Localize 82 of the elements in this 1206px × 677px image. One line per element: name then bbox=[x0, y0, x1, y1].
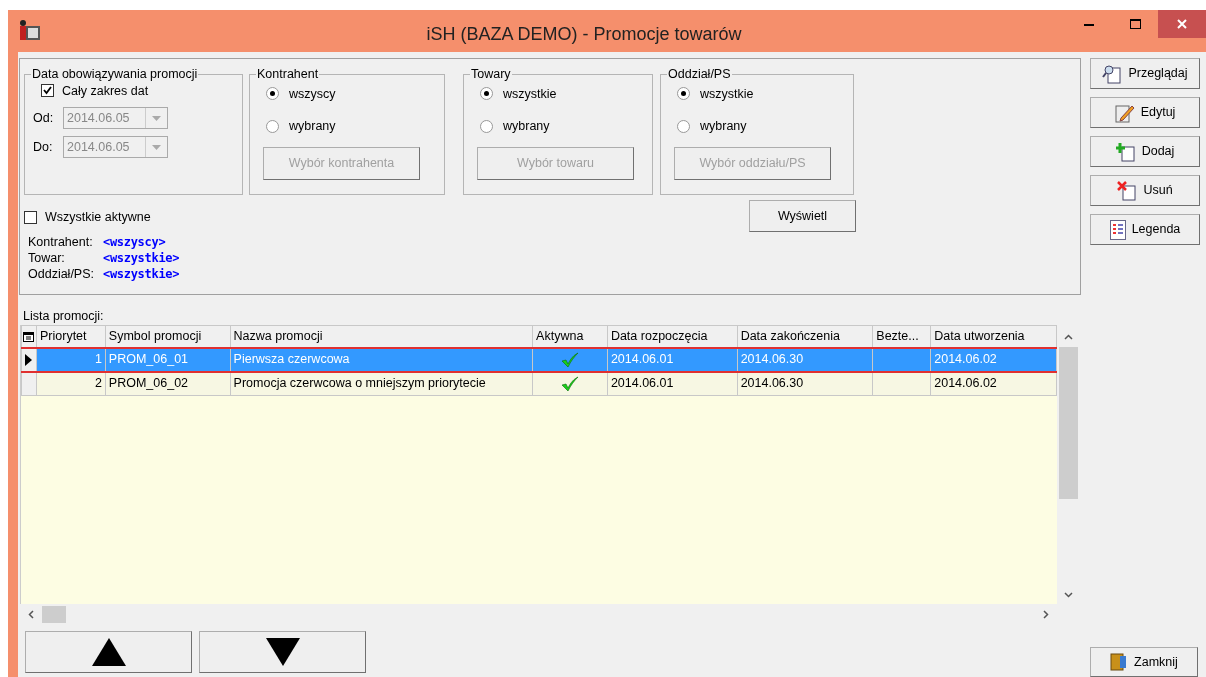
window-title: iSH (BAZA DEMO) - Promocje towarów bbox=[425, 23, 743, 46]
summary-label: Kontrahent: bbox=[28, 234, 94, 250]
radio-button[interactable] bbox=[480, 120, 493, 134]
legend-icon bbox=[1109, 219, 1126, 240]
toolbar-button[interactable]: Legenda bbox=[1090, 214, 1200, 245]
checkbox[interactable] bbox=[24, 210, 37, 224]
scrollbar-thumb[interactable] bbox=[1059, 347, 1078, 499]
dropdown-icon bbox=[152, 144, 161, 150]
table-cell: 2014.06.30 bbox=[737, 347, 873, 372]
radio-button[interactable] bbox=[266, 120, 279, 134]
table-cell: PROM_06_02 bbox=[105, 371, 231, 396]
summary-label: Oddział/PS: bbox=[28, 266, 95, 282]
radio-label: wybrany bbox=[700, 118, 747, 136]
down-triangle-icon bbox=[265, 638, 300, 666]
radio-label: wszystkie bbox=[503, 85, 557, 103]
toolbar-button[interactable]: Usuń bbox=[1090, 175, 1200, 206]
delete-page-icon bbox=[1117, 180, 1138, 201]
radio-button[interactable] bbox=[266, 87, 279, 101]
radio-label: wybrany bbox=[289, 118, 336, 136]
table-cell: PROM_06_01 bbox=[105, 347, 231, 372]
table-settings-icon[interactable] bbox=[21, 325, 37, 348]
scroll-right-icon bbox=[1043, 609, 1049, 619]
table-cell: 2014.06.02 bbox=[930, 347, 1057, 372]
close-window-button[interactable]: Zamknij bbox=[1090, 647, 1198, 677]
column-header[interactable]: Data rozpoczęcia bbox=[607, 325, 738, 348]
app-logo-icon bbox=[20, 20, 42, 40]
table-cell: 2014.06.02 bbox=[930, 371, 1057, 396]
move-up-button[interactable] bbox=[25, 631, 192, 673]
summary-value: <wszystkie> bbox=[103, 266, 180, 282]
add-page-icon bbox=[1115, 141, 1136, 162]
table-cell: 2014.06.01 bbox=[607, 347, 738, 372]
column-header[interactable]: Aktywna bbox=[532, 325, 608, 348]
table-cell: 2014.06.30 bbox=[737, 371, 873, 396]
column-header[interactable]: Nazwa promocji bbox=[230, 325, 533, 348]
list-title: Lista promocji: bbox=[23, 308, 105, 325]
door-icon bbox=[1110, 653, 1129, 671]
minimize-icon bbox=[1084, 22, 1094, 26]
column-header[interactable]: Symbol promocji bbox=[105, 325, 231, 348]
up-triangle-icon bbox=[91, 638, 126, 666]
field-label: Do: bbox=[33, 138, 54, 156]
column-header[interactable]: Data zakończenia bbox=[737, 325, 873, 348]
scroll-up-icon bbox=[1064, 334, 1073, 340]
group-title: Oddział/PS bbox=[667, 68, 732, 81]
table-cell: Promocja czerwcowa o mniejszym priorytecie bbox=[230, 371, 533, 396]
show-button[interactable]: Wyświetl bbox=[749, 200, 856, 232]
table-cell: Pierwsza czerwcowa bbox=[230, 347, 533, 372]
summary-label: Towar: bbox=[28, 250, 66, 266]
table-cell: 1 bbox=[36, 347, 106, 372]
radio-label: wszystkie bbox=[700, 85, 754, 103]
scroll-down-icon bbox=[1064, 592, 1073, 598]
toolbar-button[interactable]: Dodaj bbox=[1090, 136, 1200, 167]
column-header[interactable]: Bezte... bbox=[872, 325, 931, 348]
radio-label: wybrany bbox=[503, 118, 550, 136]
radio-button[interactable] bbox=[677, 120, 690, 134]
radio-button[interactable] bbox=[480, 87, 493, 101]
close-icon bbox=[1177, 19, 1187, 29]
checkbox-label: Cały zakres dat bbox=[62, 82, 149, 100]
field-label: Od: bbox=[33, 109, 55, 127]
group-title: Towary bbox=[470, 68, 512, 81]
summary-value: <wszystkie> bbox=[103, 250, 180, 266]
dropdown-icon bbox=[152, 115, 161, 121]
table-row[interactable]: 2 PROM_06_02 Promocja czerwcowa o mniejszym priorytecie 2014.06.01 2014.06.30 2014.06.02 bbox=[21, 371, 1057, 396]
column-header[interactable]: Priorytet bbox=[36, 325, 106, 348]
group-title: Data obowiązywania promocji bbox=[31, 68, 199, 81]
scrollbar-thumb[interactable] bbox=[42, 605, 66, 623]
radio-button[interactable] bbox=[677, 87, 690, 101]
magnifier-page-icon bbox=[1102, 63, 1123, 84]
column-header[interactable]: Data utworzenia bbox=[930, 325, 1057, 348]
radio-label: wszyscy bbox=[289, 85, 336, 103]
group-title: Kontrahent bbox=[256, 68, 320, 81]
scroll-left-icon bbox=[28, 609, 34, 619]
close-button[interactable] bbox=[1158, 10, 1206, 38]
pencil-icon bbox=[1114, 102, 1135, 123]
toolbar-button[interactable]: Edytuj bbox=[1090, 97, 1200, 128]
move-down-button[interactable] bbox=[199, 631, 366, 673]
checkbox[interactable] bbox=[41, 84, 54, 98]
toolbar-button[interactable]: Przeglądaj bbox=[1090, 58, 1200, 89]
summary-value: <wszyscy> bbox=[103, 234, 166, 250]
current-row-icon bbox=[25, 353, 32, 366]
table-cell: 2014.06.01 bbox=[607, 371, 738, 396]
maximize-icon bbox=[1129, 19, 1141, 29]
checkbox-label: Wszystkie aktywne bbox=[45, 209, 151, 226]
